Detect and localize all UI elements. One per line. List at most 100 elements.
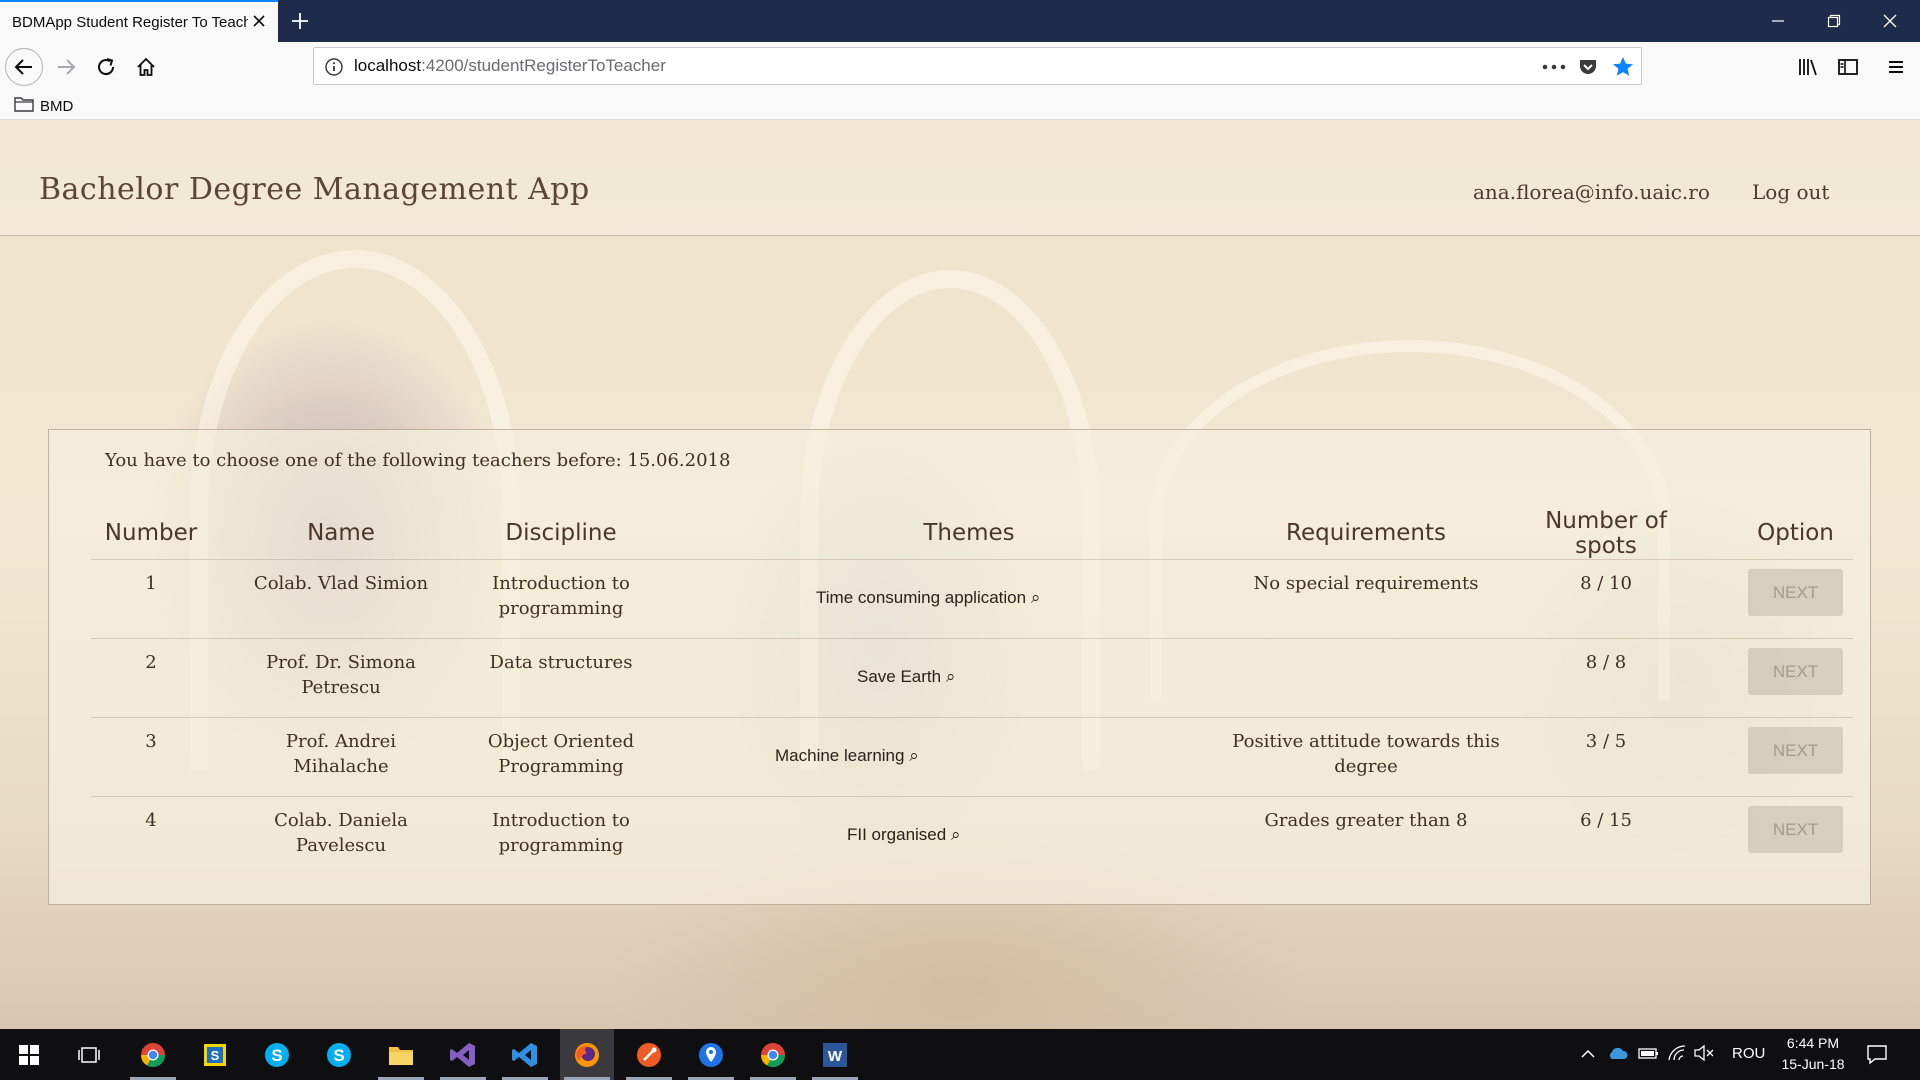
home-icon[interactable]: [129, 50, 163, 84]
postman-icon[interactable]: [622, 1029, 676, 1080]
svg-text:S: S: [333, 1046, 344, 1065]
minimize-icon[interactable]: [1750, 0, 1806, 42]
theme-label: Save Earth: [857, 667, 942, 686]
vscode-icon[interactable]: [498, 1029, 552, 1080]
skype-icon[interactable]: S: [250, 1029, 304, 1080]
volume-muted-icon[interactable]: [1693, 1044, 1715, 1066]
onedrive-icon[interactable]: [1607, 1045, 1629, 1065]
discipline-line: Data structures: [489, 652, 633, 673]
wifi-icon[interactable]: [1667, 1044, 1687, 1066]
battery-icon[interactable]: [1638, 1045, 1660, 1065]
svg-text:S: S: [271, 1046, 282, 1065]
spots: 3 / 5: [1585, 731, 1627, 752]
discipline-line: Introduction to: [492, 573, 630, 594]
theme-label: FII organised: [847, 825, 947, 844]
restore-icon[interactable]: [1806, 0, 1862, 42]
skype-business-icon[interactable]: S: [188, 1029, 242, 1080]
new-tab-icon[interactable]: [288, 9, 312, 33]
back-arrow-icon[interactable]: [5, 48, 43, 86]
pocket-icon[interactable]: [1577, 56, 1599, 78]
discipline-line: Introduction to: [492, 810, 630, 831]
requirements: Positive attitude towards this degree: [1216, 729, 1516, 779]
reload-icon[interactable]: [89, 50, 123, 84]
teachers-panel: You have to choose one of the following …: [48, 429, 1871, 905]
svg-text:S: S: [211, 1048, 220, 1063]
notifications-icon[interactable]: [1865, 1042, 1889, 1070]
table-row: 4 Colab. Daniela Pavelescu Introduction t…: [91, 796, 1853, 875]
language-indicator[interactable]: ROU: [1732, 1045, 1765, 1062]
discipline: Introduction to programming: [461, 571, 661, 621]
logout-link[interactable]: Log out: [1752, 180, 1829, 204]
header-spots-line1: Number of: [1545, 508, 1667, 534]
theme: Save Earth ⌕: [857, 667, 955, 687]
next-button[interactable]: NEXT: [1748, 648, 1843, 695]
requirements: No special requirements: [1216, 571, 1516, 596]
theme-label: Time consuming application: [816, 588, 1027, 607]
spots: 8 / 10: [1580, 573, 1632, 594]
discipline: Object Oriented Programming: [461, 729, 661, 779]
theme-label: Machine learning: [775, 746, 905, 765]
discipline: Introduction to programming: [461, 808, 661, 858]
theme: Machine learning ⌕: [775, 746, 919, 766]
user-email: ana.florea@info.uaic.ro: [1473, 180, 1710, 204]
page-actions-icon[interactable]: [1542, 56, 1566, 78]
browser-tab-bar: BDMApp Student Register To Teacher: [0, 0, 1920, 42]
forward-arrow-icon[interactable]: [49, 50, 83, 84]
discipline: Data structures: [461, 650, 661, 675]
visual-studio-icon[interactable]: [436, 1029, 490, 1080]
next-button[interactable]: NEXT: [1748, 806, 1843, 853]
close-window-icon[interactable]: [1862, 0, 1918, 42]
info-icon[interactable]: [324, 57, 344, 81]
deadline-notice: You have to choose one of the following …: [105, 450, 731, 471]
chevron-up-icon[interactable]: [1579, 1045, 1597, 1067]
hamburger-menu-icon[interactable]: [1879, 50, 1913, 84]
url-text[interactable]: localhost:4200/studentRegisterToTeacher: [354, 56, 666, 76]
theme: Time consuming application ⌕: [816, 588, 1040, 608]
word-icon[interactable]: W: [808, 1029, 862, 1080]
browser-tab[interactable]: BDMApp Student Register To Teacher: [0, 0, 278, 42]
teacher-name: Colab. Vlad Simion: [241, 571, 441, 596]
teacher-name: Colab. Daniela Pavelescu: [241, 808, 441, 858]
svg-text:W: W: [828, 1048, 843, 1065]
url-bar[interactable]: localhost:4200/studentRegisterToTeacher: [313, 47, 1642, 85]
teacher-name: Prof. Dr. Simona Petrescu: [241, 650, 441, 700]
spots: 8 / 8: [1585, 652, 1627, 673]
name-line: Prof. Dr. Simona: [266, 652, 416, 673]
bookmark-folder-bmd[interactable]: BMD: [14, 96, 73, 116]
header-spots-line2: spots: [1575, 533, 1637, 559]
chrome-icon[interactable]: [126, 1029, 180, 1080]
url-path: :4200/studentRegisterToTeacher: [421, 56, 666, 75]
windows-taskbar: S S S W ROU 6:44 PM 15-Jun-18: [0, 1029, 1920, 1080]
table-row: 2 Prof. Dr. Simona Petrescu Data structur…: [91, 638, 1853, 717]
next-button[interactable]: NEXT: [1748, 727, 1843, 774]
bookmark-star-icon[interactable]: [1611, 56, 1635, 78]
discipline-line: Object Oriented: [487, 731, 635, 752]
maps-icon[interactable]: [684, 1029, 738, 1080]
name-line: Petrescu: [301, 677, 381, 698]
table-row: 1 Colab. Vlad Simion Introduction to prog…: [91, 559, 1853, 638]
skype-icon[interactable]: S: [312, 1029, 366, 1080]
task-view-icon[interactable]: [62, 1029, 116, 1080]
link-icon[interactable]: ⌕: [951, 825, 961, 844]
file-explorer-icon[interactable]: [374, 1029, 428, 1080]
page-content: Bachelor Degree Management App ana.flore…: [0, 120, 1920, 1029]
requirements-line: Positive attitude towards this: [1232, 731, 1500, 752]
row-number: 2: [145, 652, 157, 673]
link-icon[interactable]: ⌕: [909, 746, 919, 765]
library-icon[interactable]: [1791, 50, 1825, 84]
requirements-line: No special requirements: [1253, 573, 1479, 594]
next-button[interactable]: NEXT: [1748, 569, 1843, 616]
clock-date: 15-Jun-18: [1781, 1056, 1845, 1072]
row-number: 3: [145, 731, 157, 752]
discipline-line: programming: [498, 835, 624, 856]
close-tab-icon[interactable]: [250, 12, 268, 30]
app-header: Bachelor Degree Management App ana.flore…: [0, 120, 1920, 236]
firefox-icon[interactable]: [560, 1029, 614, 1080]
windows-start-icon[interactable]: [2, 1029, 56, 1080]
chrome-icon[interactable]: [746, 1029, 800, 1080]
clock[interactable]: 6:44 PM 15-Jun-18: [1772, 1033, 1854, 1075]
link-icon[interactable]: ⌕: [946, 667, 956, 686]
theme: FII organised ⌕: [847, 825, 961, 845]
link-icon[interactable]: ⌕: [1031, 588, 1041, 607]
sidebar-icon[interactable]: [1831, 50, 1865, 84]
